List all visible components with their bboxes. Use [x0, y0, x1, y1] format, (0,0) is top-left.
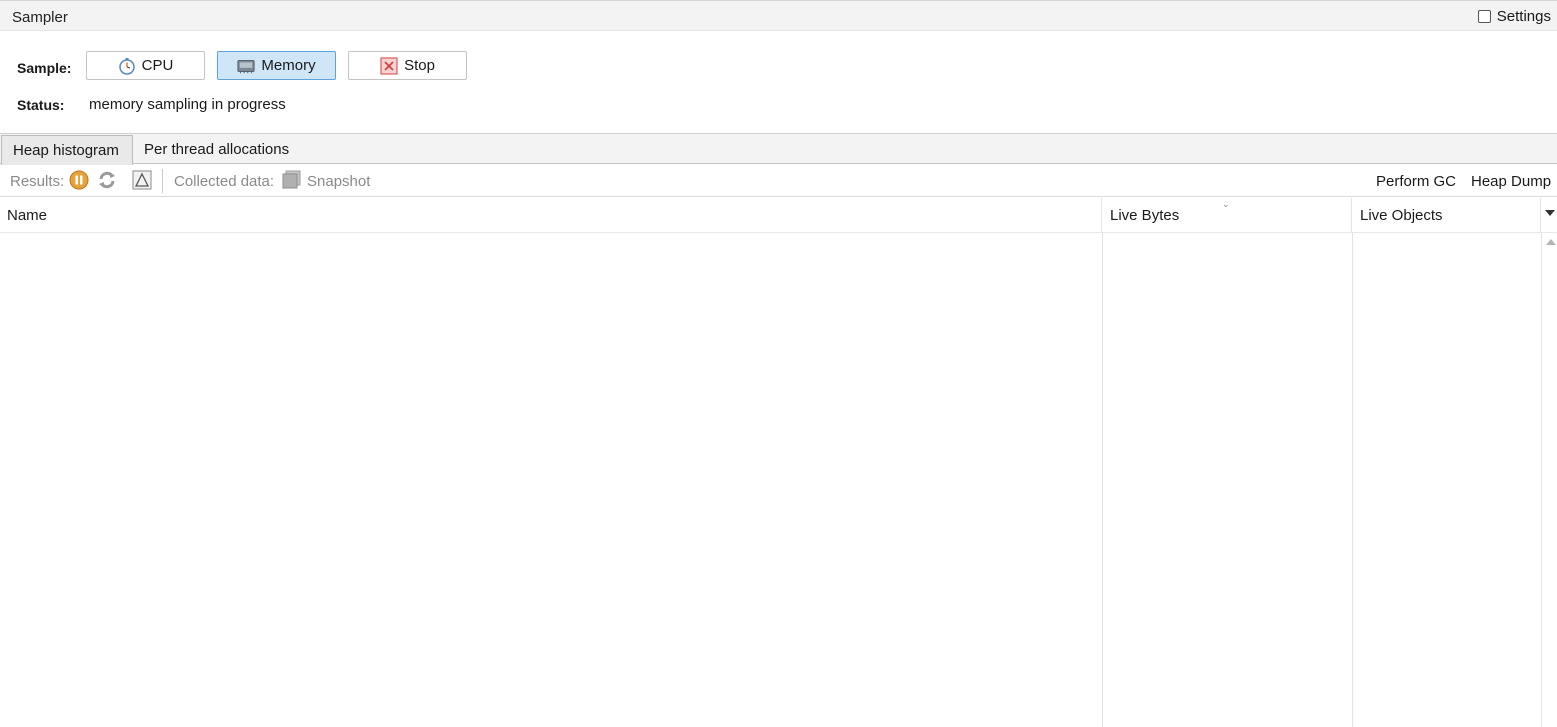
column-divider	[1102, 233, 1103, 727]
stop-button[interactable]: Stop	[348, 51, 467, 80]
refresh-icon[interactable]	[97, 170, 117, 190]
collected-data-label: Collected data:	[174, 173, 275, 190]
table-header: Name Live Bytes Live Objects	[0, 198, 1557, 233]
sample-label: Sample:	[17, 60, 72, 76]
column-divider	[1352, 233, 1353, 727]
sort-descending-icon: ⌄	[1222, 199, 1230, 209]
status-text: memory sampling in progress	[89, 96, 286, 113]
stop-icon	[380, 56, 398, 75]
perform-gc-button[interactable]: Perform GC	[1376, 173, 1456, 190]
status-label: Status:	[17, 97, 65, 113]
tab-heap-histogram-label: Heap histogram	[13, 142, 119, 159]
toolbar-separator	[162, 169, 163, 193]
window-title: Sampler	[12, 9, 68, 26]
title-bar: Sampler Settings	[0, 0, 1557, 31]
column-menu-icon[interactable]	[1545, 210, 1555, 216]
tab-bar: Heap histogram Per thread allocations	[0, 133, 1557, 165]
tab-per-thread-allocations-label: Per thread allocations	[144, 140, 290, 158]
memory-button-label: Memory	[261, 57, 316, 74]
cpu-button[interactable]: CPU	[86, 51, 205, 80]
settings-checkbox[interactable]	[1477, 10, 1491, 23]
settings-toggle[interactable]: Settings	[1477, 8, 1551, 25]
cpu-button-label: CPU	[141, 57, 174, 74]
tab-heap-histogram[interactable]: Heap histogram	[1, 135, 133, 165]
snapshot-button[interactable]: Snapshot	[307, 173, 370, 190]
results-toolbar: Results: Collected data: Snapshot Perfor…	[0, 164, 1557, 197]
tab-per-thread-allocations[interactable]: Per thread allocations	[133, 134, 300, 164]
stopwatch-icon	[118, 57, 135, 75]
column-header-live-objects[interactable]: Live Objects	[1352, 198, 1541, 233]
stop-button-label: Stop	[404, 57, 435, 74]
scroll-up-arrow-icon[interactable]	[1546, 239, 1556, 245]
memory-chip-icon	[237, 59, 255, 73]
column-header-name[interactable]: Name	[0, 198, 1102, 233]
settings-label: Settings	[1496, 8, 1551, 25]
pause-icon[interactable]	[69, 170, 89, 190]
memory-button[interactable]: Memory	[217, 51, 336, 80]
heap-dump-button[interactable]: Heap Dump	[1471, 173, 1551, 190]
snapshot-icon	[282, 170, 301, 189]
column-divider	[1541, 233, 1542, 727]
results-label: Results:	[10, 173, 65, 190]
delta-icon[interactable]	[132, 170, 152, 190]
